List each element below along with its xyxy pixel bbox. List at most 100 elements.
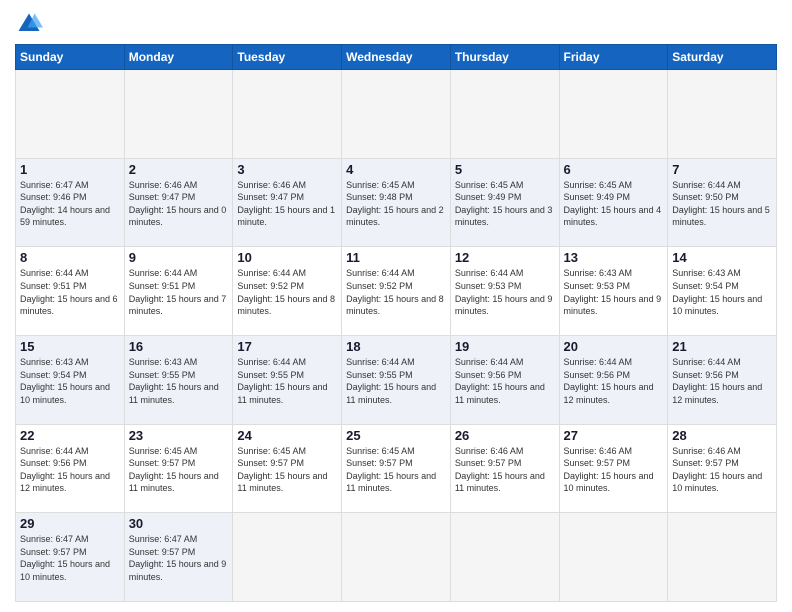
calendar-cell: 29 Sunrise: 6:47 AMSunset: 9:57 PMDayligh… [16,513,125,602]
calendar-cell: 25 Sunrise: 6:45 AMSunset: 9:57 PMDayligh… [342,424,451,513]
day-info: Sunrise: 6:46 AMSunset: 9:47 PMDaylight:… [129,179,229,229]
day-number: 12 [455,250,555,265]
day-number: 3 [237,162,337,177]
day-info: Sunrise: 6:43 AMSunset: 9:55 PMDaylight:… [129,356,229,406]
day-info: Sunrise: 6:47 AMSunset: 9:57 PMDaylight:… [129,533,229,583]
weekday-header-tuesday: Tuesday [233,45,342,70]
day-info: Sunrise: 6:43 AMSunset: 9:54 PMDaylight:… [20,356,120,406]
calendar-cell [342,70,451,159]
day-number: 30 [129,516,229,531]
calendar-cell: 17 Sunrise: 6:44 AMSunset: 9:55 PMDayligh… [233,335,342,424]
day-number: 10 [237,250,337,265]
day-number: 6 [564,162,664,177]
day-info: Sunrise: 6:44 AMSunset: 9:56 PMDaylight:… [455,356,555,406]
day-info: Sunrise: 6:43 AMSunset: 9:53 PMDaylight:… [564,267,664,317]
calendar-cell [559,513,668,602]
calendar-cell: 11Sunrise: 6:44 AMSunset: 9:52 PMDayligh… [342,247,451,336]
calendar-cell: 30 Sunrise: 6:47 AMSunset: 9:57 PMDayligh… [124,513,233,602]
calendar-cell: 13 Sunrise: 6:43 AMSunset: 9:53 PMDayligh… [559,247,668,336]
calendar-cell: 8 Sunrise: 6:44 AMSunset: 9:51 PMDaylight… [16,247,125,336]
day-info: Sunrise: 6:45 AMSunset: 9:49 PMDaylight:… [455,179,555,229]
day-number: 29 [20,516,120,531]
header [15,10,777,38]
day-number: 26 [455,428,555,443]
calendar-cell [668,513,777,602]
day-number: 9 [129,250,229,265]
day-info: Sunrise: 6:44 AMSunset: 9:53 PMDaylight:… [455,267,555,317]
day-number: 13 [564,250,664,265]
calendar-cell: 21 Sunrise: 6:44 AMSunset: 9:56 PMDayligh… [668,335,777,424]
calendar-week-row: 29 Sunrise: 6:47 AMSunset: 9:57 PMDayligh… [16,513,777,602]
day-number: 8 [20,250,120,265]
day-info: Sunrise: 6:45 AMSunset: 9:48 PMDaylight:… [346,179,446,229]
calendar-cell: 19 Sunrise: 6:44 AMSunset: 9:56 PMDayligh… [450,335,559,424]
weekday-header-saturday: Saturday [668,45,777,70]
day-number: 21 [672,339,772,354]
calendar-cell: 2Sunrise: 6:46 AMSunset: 9:47 PMDaylight… [124,158,233,247]
day-number: 1 [20,162,120,177]
calendar-cell [233,70,342,159]
calendar-cell: 23Sunrise: 6:45 AMSunset: 9:57 PMDayligh… [124,424,233,513]
day-number: 20 [564,339,664,354]
calendar-week-row [16,70,777,159]
calendar-cell [668,70,777,159]
day-number: 11 [346,250,446,265]
calendar-cell: 22 Sunrise: 6:44 AMSunset: 9:56 PMDayligh… [16,424,125,513]
day-info: Sunrise: 6:44 AMSunset: 9:56 PMDaylight:… [20,445,120,495]
calendar-cell: 10Sunrise: 6:44 AMSunset: 9:52 PMDayligh… [233,247,342,336]
day-number: 14 [672,250,772,265]
calendar-cell [559,70,668,159]
calendar-cell [450,513,559,602]
day-info: Sunrise: 6:44 AMSunset: 9:51 PMDaylight:… [20,267,120,317]
day-info: Sunrise: 6:47 AMSunset: 9:57 PMDaylight:… [20,533,120,583]
day-info: Sunrise: 6:45 AMSunset: 9:49 PMDaylight:… [564,179,664,229]
day-number: 5 [455,162,555,177]
day-number: 18 [346,339,446,354]
day-number: 19 [455,339,555,354]
calendar-week-row: 22 Sunrise: 6:44 AMSunset: 9:56 PMDayligh… [16,424,777,513]
day-info: Sunrise: 6:43 AMSunset: 9:54 PMDaylight:… [672,267,772,317]
weekday-header-sunday: Sunday [16,45,125,70]
weekday-header-thursday: Thursday [450,45,559,70]
calendar-cell [124,70,233,159]
calendar-week-row: 15Sunrise: 6:43 AMSunset: 9:54 PMDayligh… [16,335,777,424]
day-number: 27 [564,428,664,443]
day-info: Sunrise: 6:45 AMSunset: 9:57 PMDaylight:… [346,445,446,495]
calendar-cell: 26 Sunrise: 6:46 AMSunset: 9:57 PMDayligh… [450,424,559,513]
calendar-header-row: SundayMondayTuesdayWednesdayThursdayFrid… [16,45,777,70]
calendar-cell: 6 Sunrise: 6:45 AMSunset: 9:49 PMDaylight… [559,158,668,247]
calendar-cell: 12 Sunrise: 6:44 AMSunset: 9:53 PMDayligh… [450,247,559,336]
day-info: Sunrise: 6:46 AMSunset: 9:57 PMDaylight:… [564,445,664,495]
logo [15,10,47,38]
day-info: Sunrise: 6:44 AMSunset: 9:55 PMDaylight:… [237,356,337,406]
day-number: 17 [237,339,337,354]
calendar-cell: 27 Sunrise: 6:46 AMSunset: 9:57 PMDayligh… [559,424,668,513]
day-info: Sunrise: 6:46 AMSunset: 9:57 PMDaylight:… [455,445,555,495]
calendar-cell: 1 Sunrise: 6:47 AMSunset: 9:46 PMDaylight… [16,158,125,247]
calendar-cell [450,70,559,159]
calendar-table: SundayMondayTuesdayWednesdayThursdayFrid… [15,44,777,602]
page: SundayMondayTuesdayWednesdayThursdayFrid… [0,0,792,612]
day-info: Sunrise: 6:44 AMSunset: 9:55 PMDaylight:… [346,356,446,406]
day-info: Sunrise: 6:47 AMSunset: 9:46 PMDaylight:… [20,179,120,229]
day-number: 4 [346,162,446,177]
weekday-header-monday: Monday [124,45,233,70]
day-number: 25 [346,428,446,443]
weekday-header-friday: Friday [559,45,668,70]
logo-icon [15,10,43,38]
day-number: 22 [20,428,120,443]
day-number: 16 [129,339,229,354]
day-info: Sunrise: 6:44 AMSunset: 9:50 PMDaylight:… [672,179,772,229]
day-info: Sunrise: 6:44 AMSunset: 9:56 PMDaylight:… [564,356,664,406]
day-number: 23 [129,428,229,443]
calendar-cell: 4 Sunrise: 6:45 AMSunset: 9:48 PMDaylight… [342,158,451,247]
calendar-cell: 5 Sunrise: 6:45 AMSunset: 9:49 PMDaylight… [450,158,559,247]
calendar-week-row: 8 Sunrise: 6:44 AMSunset: 9:51 PMDaylight… [16,247,777,336]
calendar-cell: 14 Sunrise: 6:43 AMSunset: 9:54 PMDayligh… [668,247,777,336]
calendar-cell: 16 Sunrise: 6:43 AMSunset: 9:55 PMDayligh… [124,335,233,424]
weekday-header-wednesday: Wednesday [342,45,451,70]
day-info: Sunrise: 6:44 AMSunset: 9:56 PMDaylight:… [672,356,772,406]
calendar-cell: 28Sunrise: 6:46 AMSunset: 9:57 PMDayligh… [668,424,777,513]
calendar-week-row: 1 Sunrise: 6:47 AMSunset: 9:46 PMDaylight… [16,158,777,247]
calendar-cell: 3Sunrise: 6:46 AMSunset: 9:47 PMDaylight… [233,158,342,247]
